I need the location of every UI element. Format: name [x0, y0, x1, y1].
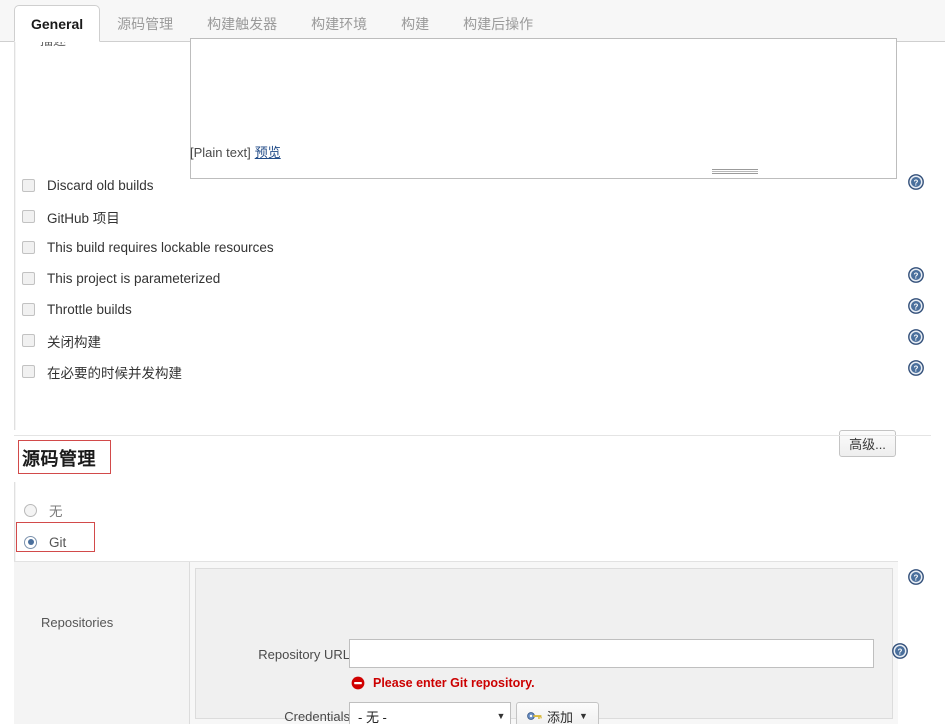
repository-url-label: Repository URL: [258, 647, 350, 662]
option-label: 关闭构建: [47, 334, 101, 350]
config-content: 描述 [Plain text]预览 Discard old builds Git…: [0, 34, 945, 724]
scm-section-title: 源码管理: [22, 449, 96, 469]
help-icon-disable-build[interactable]: ?: [908, 329, 924, 345]
general-section-rail-shadow: [15, 42, 16, 430]
scm-choice-label: 无: [49, 504, 63, 519]
repository-url-error: Please enter Git repository.: [351, 676, 535, 690]
radio-scm-git[interactable]: [24, 535, 37, 549]
tab-general[interactable]: General: [14, 5, 101, 42]
chevron-down-icon: ▼: [496, 710, 506, 721]
credentials-select[interactable]: - 无 - ▼: [349, 702, 511, 724]
option-label: Throttle builds: [47, 302, 132, 317]
checkbox-disable-build[interactable]: [22, 334, 35, 347]
option-label: Discard old builds: [47, 178, 154, 193]
checkbox-concurrent-builds[interactable]: [22, 365, 35, 378]
tab-general-label: General: [31, 15, 84, 32]
tab-build-triggers-label: 构建触发器: [207, 16, 278, 32]
description-markup-row: [Plain text] 预览: [190, 142, 281, 161]
checkbox-project-parameterized[interactable]: [22, 272, 35, 285]
tab-source-code-management[interactable]: 源码管理: [100, 5, 190, 42]
tab-build-triggers[interactable]: 构建触发器: [190, 5, 294, 42]
markup-type-label: [Plain text]: [190, 145, 251, 160]
textarea-resize-handle[interactable]: [712, 169, 758, 176]
add-credentials-button[interactable]: 添加 ▼: [516, 702, 599, 724]
svg-text:?: ?: [898, 647, 903, 656]
help-icon-discard-old-builds[interactable]: ?: [908, 174, 924, 190]
description-preview-link[interactable]: 预览: [255, 145, 281, 160]
help-icon-git-section[interactable]: ?: [908, 569, 924, 585]
scm-choice-git[interactable]: Git: [24, 526, 66, 558]
option-label: 在必要的时候并发构建: [47, 365, 182, 381]
tab-post-build-actions-label: 构建后操作: [463, 16, 534, 32]
help-icon-concurrent-builds[interactable]: ?: [908, 360, 924, 376]
tab-source-code-management-label: 源码管理: [117, 16, 174, 32]
chevron-down-icon: ▼: [579, 710, 588, 721]
svg-text:?: ?: [914, 271, 919, 280]
scm-choice-none[interactable]: 无: [24, 494, 66, 526]
general-options-list: Discard old builds GitHub 项目 This build …: [22, 170, 622, 387]
repository-url-input[interactable]: [349, 639, 874, 668]
repository-entry-box: Repository URL ? Please enter Git reposi…: [195, 568, 908, 724]
checkbox-github-project[interactable]: [22, 210, 35, 223]
svg-text:?: ?: [914, 364, 919, 373]
tab-build-environment[interactable]: 构建环境: [294, 5, 384, 42]
credentials-label: Credentials: [284, 709, 350, 724]
option-disable-build[interactable]: 关闭构建: [22, 325, 622, 356]
option-label: GitHub 项目: [47, 210, 120, 226]
tab-build-environment-label: 构建环境: [311, 16, 368, 32]
option-discard-old-builds[interactable]: Discard old builds: [22, 170, 622, 201]
option-throttle-builds[interactable]: Throttle builds: [22, 294, 622, 325]
scm-choice-list: 无 Git: [24, 494, 66, 558]
svg-text:?: ?: [914, 573, 919, 582]
add-credentials-label: 添加: [547, 709, 574, 724]
description-textarea[interactable]: [190, 38, 897, 179]
radio-scm-none[interactable]: [24, 503, 37, 517]
key-icon: [527, 710, 543, 722]
option-github-project[interactable]: GitHub 项目: [22, 201, 622, 232]
error-message: Please enter Git repository.: [373, 676, 535, 690]
option-concurrent-builds[interactable]: 在必要的时候并发构建: [22, 356, 622, 387]
option-label: This build requires lockable resources: [47, 240, 274, 255]
checkbox-discard-old-builds[interactable]: [22, 179, 35, 192]
config-tab-bar: General 源码管理 构建触发器 构建环境 构建 构建后操作: [0, 0, 945, 42]
option-lockable-resources[interactable]: This build requires lockable resources: [22, 232, 622, 263]
credentials-selected-value: - 无 -: [358, 709, 387, 724]
help-icon-repository-url[interactable]: ?: [892, 643, 908, 659]
option-project-parameterized[interactable]: This project is parameterized: [22, 263, 622, 294]
tab-build-label: 构建: [401, 16, 430, 32]
tab-post-build-actions[interactable]: 构建后操作: [446, 5, 550, 42]
config-tab-list: General 源码管理 构建触发器 构建环境 构建 构建后操作: [14, 5, 550, 42]
svg-text:?: ?: [914, 333, 919, 342]
svg-text:?: ?: [914, 178, 919, 187]
advanced-button-general-label: 高级...: [849, 437, 886, 452]
section-divider: [14, 435, 931, 436]
jenkins-job-config-page: General 源码管理 构建触发器 构建环境 构建 构建后操作 描述: [0, 0, 945, 724]
scm-choice-label: Git: [49, 534, 67, 550]
help-icon-throttle-builds[interactable]: ?: [908, 298, 924, 314]
repositories-column: Repositories: [14, 562, 190, 724]
option-label: This project is parameterized: [47, 271, 221, 286]
checkbox-throttle-builds[interactable]: [22, 303, 35, 316]
help-icon-project-parameterized[interactable]: ?: [908, 267, 924, 283]
git-repositories-panel: Repositories Repository URL ? Please ent…: [14, 561, 908, 724]
checkbox-lockable-resources[interactable]: [22, 241, 35, 254]
tab-build[interactable]: 构建: [384, 5, 446, 42]
repositories-label: Repositories: [41, 615, 114, 630]
error-circle-icon: [351, 676, 365, 690]
svg-text:?: ?: [914, 302, 919, 311]
